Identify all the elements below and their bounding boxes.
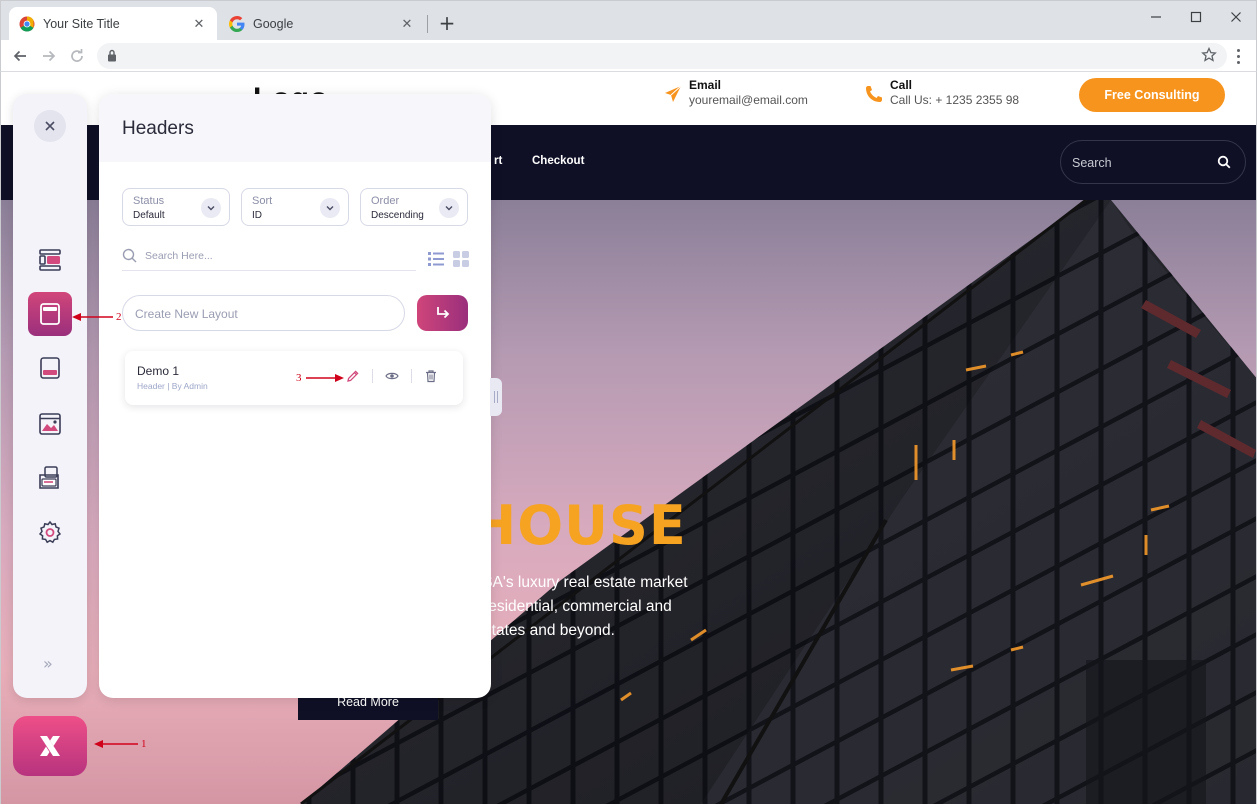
search-placeholder: Search Here...: [145, 250, 213, 262]
close-icon[interactable]: [34, 110, 66, 142]
email-label: Email: [689, 78, 722, 92]
order-filter-select[interactable]: Order Descending: [360, 188, 468, 226]
free-consulting-button[interactable]: Free Consulting: [1079, 78, 1225, 112]
trash-icon[interactable]: [423, 368, 439, 384]
filter-label: Order: [371, 195, 400, 207]
layout-search-input[interactable]: Search Here...: [122, 245, 416, 271]
panel-resize-handle[interactable]: [490, 378, 502, 416]
expand-icon[interactable]: »: [43, 654, 53, 673]
bookmark-star-icon[interactable]: [1201, 46, 1217, 68]
filter-value: ID: [252, 210, 262, 221]
tab-separator: [427, 15, 428, 33]
search-icon: [122, 248, 137, 268]
builder-launcher-button[interactable]: [13, 716, 87, 776]
search-icon[interactable]: [1217, 155, 1231, 174]
chrome-icon: [19, 16, 35, 32]
tab-title: Your Site Title: [43, 17, 120, 31]
return-arrow-icon: [436, 307, 449, 319]
phone-icon: [864, 84, 884, 104]
hero-text-line: USA's luxury real estate market: [471, 574, 688, 591]
forward-icon[interactable]: [38, 45, 60, 67]
new-tab-icon[interactable]: +: [437, 11, 457, 35]
maximize-icon[interactable]: [1184, 7, 1208, 27]
create-layout-input[interactable]: Create New Layout: [122, 295, 405, 331]
hero-text-line: e states and beyond.: [471, 622, 615, 639]
address-bar[interactable]: [97, 43, 1227, 69]
call-value: Call Us: + 1235 2355 98: [890, 93, 1020, 107]
settings-icon[interactable]: [28, 510, 72, 554]
grid-view-icon[interactable]: [453, 251, 469, 267]
eye-icon[interactable]: [384, 368, 400, 384]
email-value: youremail@email.com: [689, 93, 808, 107]
chevron-down-icon: [201, 198, 221, 218]
footer-layout-icon[interactable]: [28, 346, 72, 390]
contact-call: Call Call Us: + 1235 2355 98: [864, 78, 1019, 108]
paper-plane-icon: [663, 84, 683, 104]
chevron-down-icon: [320, 198, 340, 218]
annotation-1: 1: [141, 738, 147, 750]
back-icon[interactable]: [9, 45, 31, 67]
call-label: Call: [890, 78, 913, 92]
sort-filter-select[interactable]: Sort ID: [241, 188, 349, 226]
browser-menu-icon[interactable]: [1231, 46, 1245, 66]
filter-label: Status: [133, 195, 165, 207]
edit-pencil-icon[interactable]: [345, 368, 361, 384]
minimize-icon[interactable]: [1144, 7, 1168, 27]
panel-title: Headers: [122, 118, 194, 139]
builder-side-rail: »: [13, 94, 87, 698]
panel-header: Headers: [99, 94, 491, 162]
nav-link-cart[interactable]: rt: [494, 155, 502, 167]
lock-icon: [107, 49, 117, 67]
templates-icon[interactable]: [28, 456, 72, 500]
filter-value: Default: [133, 210, 165, 221]
sections-icon[interactable]: [28, 238, 72, 282]
hero-text-line: c residential, commercial and: [471, 598, 672, 615]
tab-your-site-title[interactable]: Your Site Title ✕: [9, 7, 217, 41]
browser-toolbar: [0, 40, 1257, 72]
nav-link-checkout[interactable]: Checkout: [532, 155, 584, 167]
create-layout-placeholder: Create New Layout: [135, 307, 238, 321]
site-search-placeholder: Search: [1072, 156, 1112, 170]
list-view-icon[interactable]: [428, 251, 444, 267]
divider: [411, 369, 412, 383]
annotation-3: 3: [296, 372, 302, 384]
gallery-icon[interactable]: [28, 402, 72, 446]
google-icon: [229, 16, 245, 32]
layout-card-title: Demo 1: [137, 364, 180, 378]
tab-google[interactable]: Google ✕: [219, 7, 425, 41]
filter-label: Sort: [252, 195, 273, 207]
tab-title: Google: [253, 17, 294, 31]
browser-tab-bar: Your Site Title ✕ Google ✕ +: [0, 0, 1257, 41]
layout-card-meta: Header | By Admin: [137, 381, 208, 391]
filter-value: Descending: [371, 210, 424, 221]
layout-card[interactable]: Demo 1 Header | By Admin: [125, 351, 463, 405]
contact-email: Email youremail@email.com: [663, 78, 808, 108]
tab-close-icon[interactable]: ✕: [399, 16, 415, 32]
divider: [372, 369, 373, 383]
hero-title: HOUSE: [471, 494, 687, 557]
headers-panel: Headers Status Default Sort ID Order Des…: [99, 94, 491, 698]
reload-icon[interactable]: [66, 45, 88, 67]
header-layout-icon[interactable]: [28, 292, 72, 336]
site-search-input[interactable]: Search: [1060, 140, 1246, 184]
chevron-down-icon: [439, 198, 459, 218]
annotation-2: 2: [116, 311, 122, 323]
builder-logo-icon: [40, 736, 60, 756]
status-filter-select[interactable]: Status Default: [122, 188, 230, 226]
create-layout-button[interactable]: [417, 295, 468, 331]
window-close-icon[interactable]: [1224, 7, 1248, 27]
tab-close-icon[interactable]: ✕: [191, 16, 207, 32]
